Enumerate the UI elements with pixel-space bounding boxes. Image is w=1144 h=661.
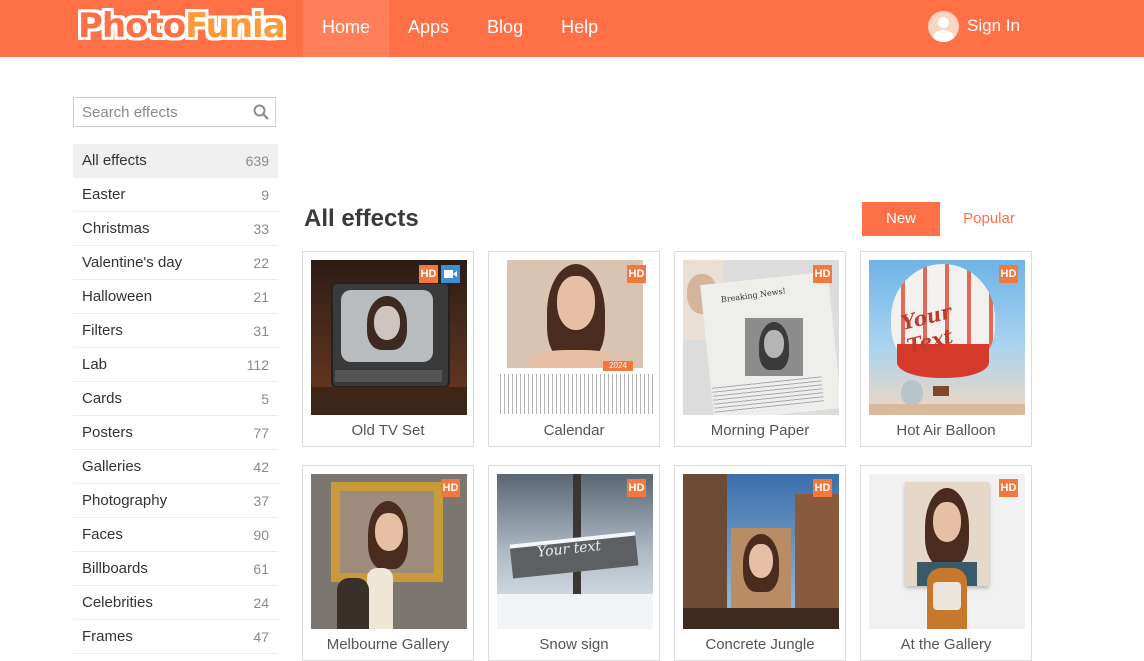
- effect-thumbnail: HD: [311, 474, 467, 629]
- nav-help[interactable]: Help: [542, 0, 617, 57]
- nav-apps[interactable]: Apps: [389, 0, 468, 57]
- hd-badge: HD: [813, 479, 832, 497]
- effect-thumbnail: Your Text HD: [869, 260, 1025, 415]
- video-icon: [441, 265, 460, 283]
- category-count: 5: [261, 390, 269, 407]
- category-item-celebrities[interactable]: Celebrities 24: [73, 586, 278, 620]
- category-count: 112: [246, 356, 269, 373]
- category-label: All effects: [82, 152, 147, 169]
- effect-card-calendar[interactable]: 2024 HD Calendar: [488, 251, 660, 447]
- category-label: Filters: [82, 322, 123, 339]
- category-item-halloween[interactable]: Halloween 21: [73, 280, 278, 314]
- category-count: 639: [245, 152, 269, 169]
- category-count: 24: [253, 594, 269, 611]
- main-nav: Home Apps Blog Help: [303, 0, 617, 57]
- effect-thumbnail: HD: [869, 474, 1025, 629]
- effect-thumbnail: HD: [311, 260, 467, 415]
- category-count: 22: [253, 254, 269, 271]
- category-item-all-effects[interactable]: All effects 639: [73, 144, 278, 178]
- category-label: Halloween: [82, 288, 153, 305]
- hd-badge: HD: [999, 479, 1018, 497]
- category-count: 31: [253, 322, 269, 339]
- effect-card-at-the-gallery[interactable]: HD At the Gallery: [860, 465, 1032, 661]
- category-item-billboards[interactable]: Billboards 61: [73, 552, 278, 586]
- category-item-valentines-day[interactable]: Valentine's day 22: [73, 246, 278, 280]
- category-count: 21: [253, 288, 269, 305]
- hd-badge: HD: [627, 265, 646, 283]
- sign-in-label: Sign In: [967, 16, 1020, 35]
- effect-title: Concrete Jungle: [705, 636, 815, 653]
- category-item-photography[interactable]: Photography 37: [73, 484, 278, 518]
- category-label: Frames: [82, 628, 133, 645]
- category-label: Posters: [82, 424, 133, 441]
- category-label: Celebrities: [82, 594, 153, 611]
- category-count: 61: [253, 560, 269, 577]
- hd-badge: HD: [419, 265, 438, 283]
- user-icon: [928, 10, 959, 42]
- category-label: Valentine's day: [82, 254, 183, 271]
- effect-title: At the Gallery: [900, 636, 992, 653]
- effect-title: Snow sign: [539, 636, 609, 653]
- category-item-lab[interactable]: Lab 112: [73, 348, 278, 382]
- category-count: 42: [253, 458, 269, 475]
- logo-part2: Funia: [185, 6, 286, 46]
- category-item-cards[interactable]: Cards 5: [73, 382, 278, 416]
- effect-card-morning-paper[interactable]: Breaking News! HD Morning Paper: [674, 251, 846, 447]
- category-item-faces[interactable]: Faces 90: [73, 518, 278, 552]
- category-count: 47: [253, 628, 269, 645]
- effect-card-melbourne-gallery[interactable]: HD Melbourne Gallery: [302, 465, 474, 661]
- hd-badge: HD: [627, 479, 646, 497]
- category-count: 90: [253, 526, 269, 543]
- sign-in-button[interactable]: Sign In: [928, 10, 1020, 42]
- category-label: Lab: [82, 356, 108, 373]
- category-label: Photography: [82, 492, 168, 509]
- sort-popular-button[interactable]: Popular: [950, 202, 1028, 236]
- effect-title: Morning Paper: [710, 422, 810, 439]
- effect-thumbnail: 2024 HD: [497, 260, 653, 415]
- search-input[interactable]: [74, 98, 252, 126]
- category-count: 33: [253, 220, 269, 237]
- effect-thumbnail: Breaking News! HD: [683, 260, 839, 415]
- category-count: 37: [253, 492, 269, 509]
- category-item-galleries[interactable]: Galleries 42: [73, 450, 278, 484]
- photofunia-logo[interactable]: PhotoFunia: [78, 5, 286, 47]
- effect-card-snow-sign[interactable]: Your text HD Snow sign: [488, 465, 660, 661]
- category-count: 77: [253, 424, 269, 441]
- nav-blog[interactable]: Blog: [468, 0, 542, 57]
- category-item-filters[interactable]: Filters 31: [73, 314, 278, 348]
- category-list: All effects 639 Easter 9 Christmas 33 Valen…: [73, 144, 278, 654]
- nav-home[interactable]: Home: [303, 0, 390, 57]
- category-item-christmas[interactable]: Christmas 33: [73, 212, 278, 246]
- category-item-easter[interactable]: Easter 9: [73, 178, 278, 212]
- category-label: Christmas: [82, 220, 150, 237]
- top-nav-bar: PhotoFunia Home Apps Blog Help Sign In: [0, 0, 1144, 57]
- category-label: Cards: [82, 390, 123, 407]
- category-label: Billboards: [82, 560, 148, 577]
- category-count: 9: [261, 186, 269, 203]
- category-item-frames[interactable]: Frames 47: [73, 620, 278, 654]
- logo-part1: Photo: [78, 6, 186, 46]
- effect-card-concrete-jungle[interactable]: HD Concrete Jungle: [674, 465, 846, 661]
- category-item-posters[interactable]: Posters 77: [73, 416, 278, 450]
- category-label: Easter: [82, 186, 126, 203]
- effect-card-old-tv-set[interactable]: HD Old TV Set: [302, 251, 474, 447]
- effect-title: Hot Air Balloon: [896, 422, 996, 439]
- effect-card-hot-air-balloon[interactable]: Your Text HD Hot Air Balloon: [860, 251, 1032, 447]
- effect-title: Melbourne Gallery: [326, 636, 450, 653]
- effect-thumbnail: Your text HD: [497, 474, 653, 629]
- hd-badge: HD: [999, 265, 1018, 283]
- sort-new-button[interactable]: New: [862, 202, 940, 236]
- effect-title: Old TV Set: [351, 422, 425, 439]
- effect-title: Calendar: [543, 422, 605, 439]
- page-title: All effects: [304, 205, 419, 232]
- effect-thumbnail: HD: [683, 474, 839, 629]
- search-icon[interactable]: [253, 104, 269, 120]
- search-box: [73, 97, 276, 127]
- hd-badge: HD: [441, 479, 460, 497]
- category-label: Galleries: [82, 458, 142, 475]
- hd-badge: HD: [813, 265, 832, 283]
- category-label: Faces: [82, 526, 123, 543]
- calendar-year: 2024: [603, 361, 633, 371]
